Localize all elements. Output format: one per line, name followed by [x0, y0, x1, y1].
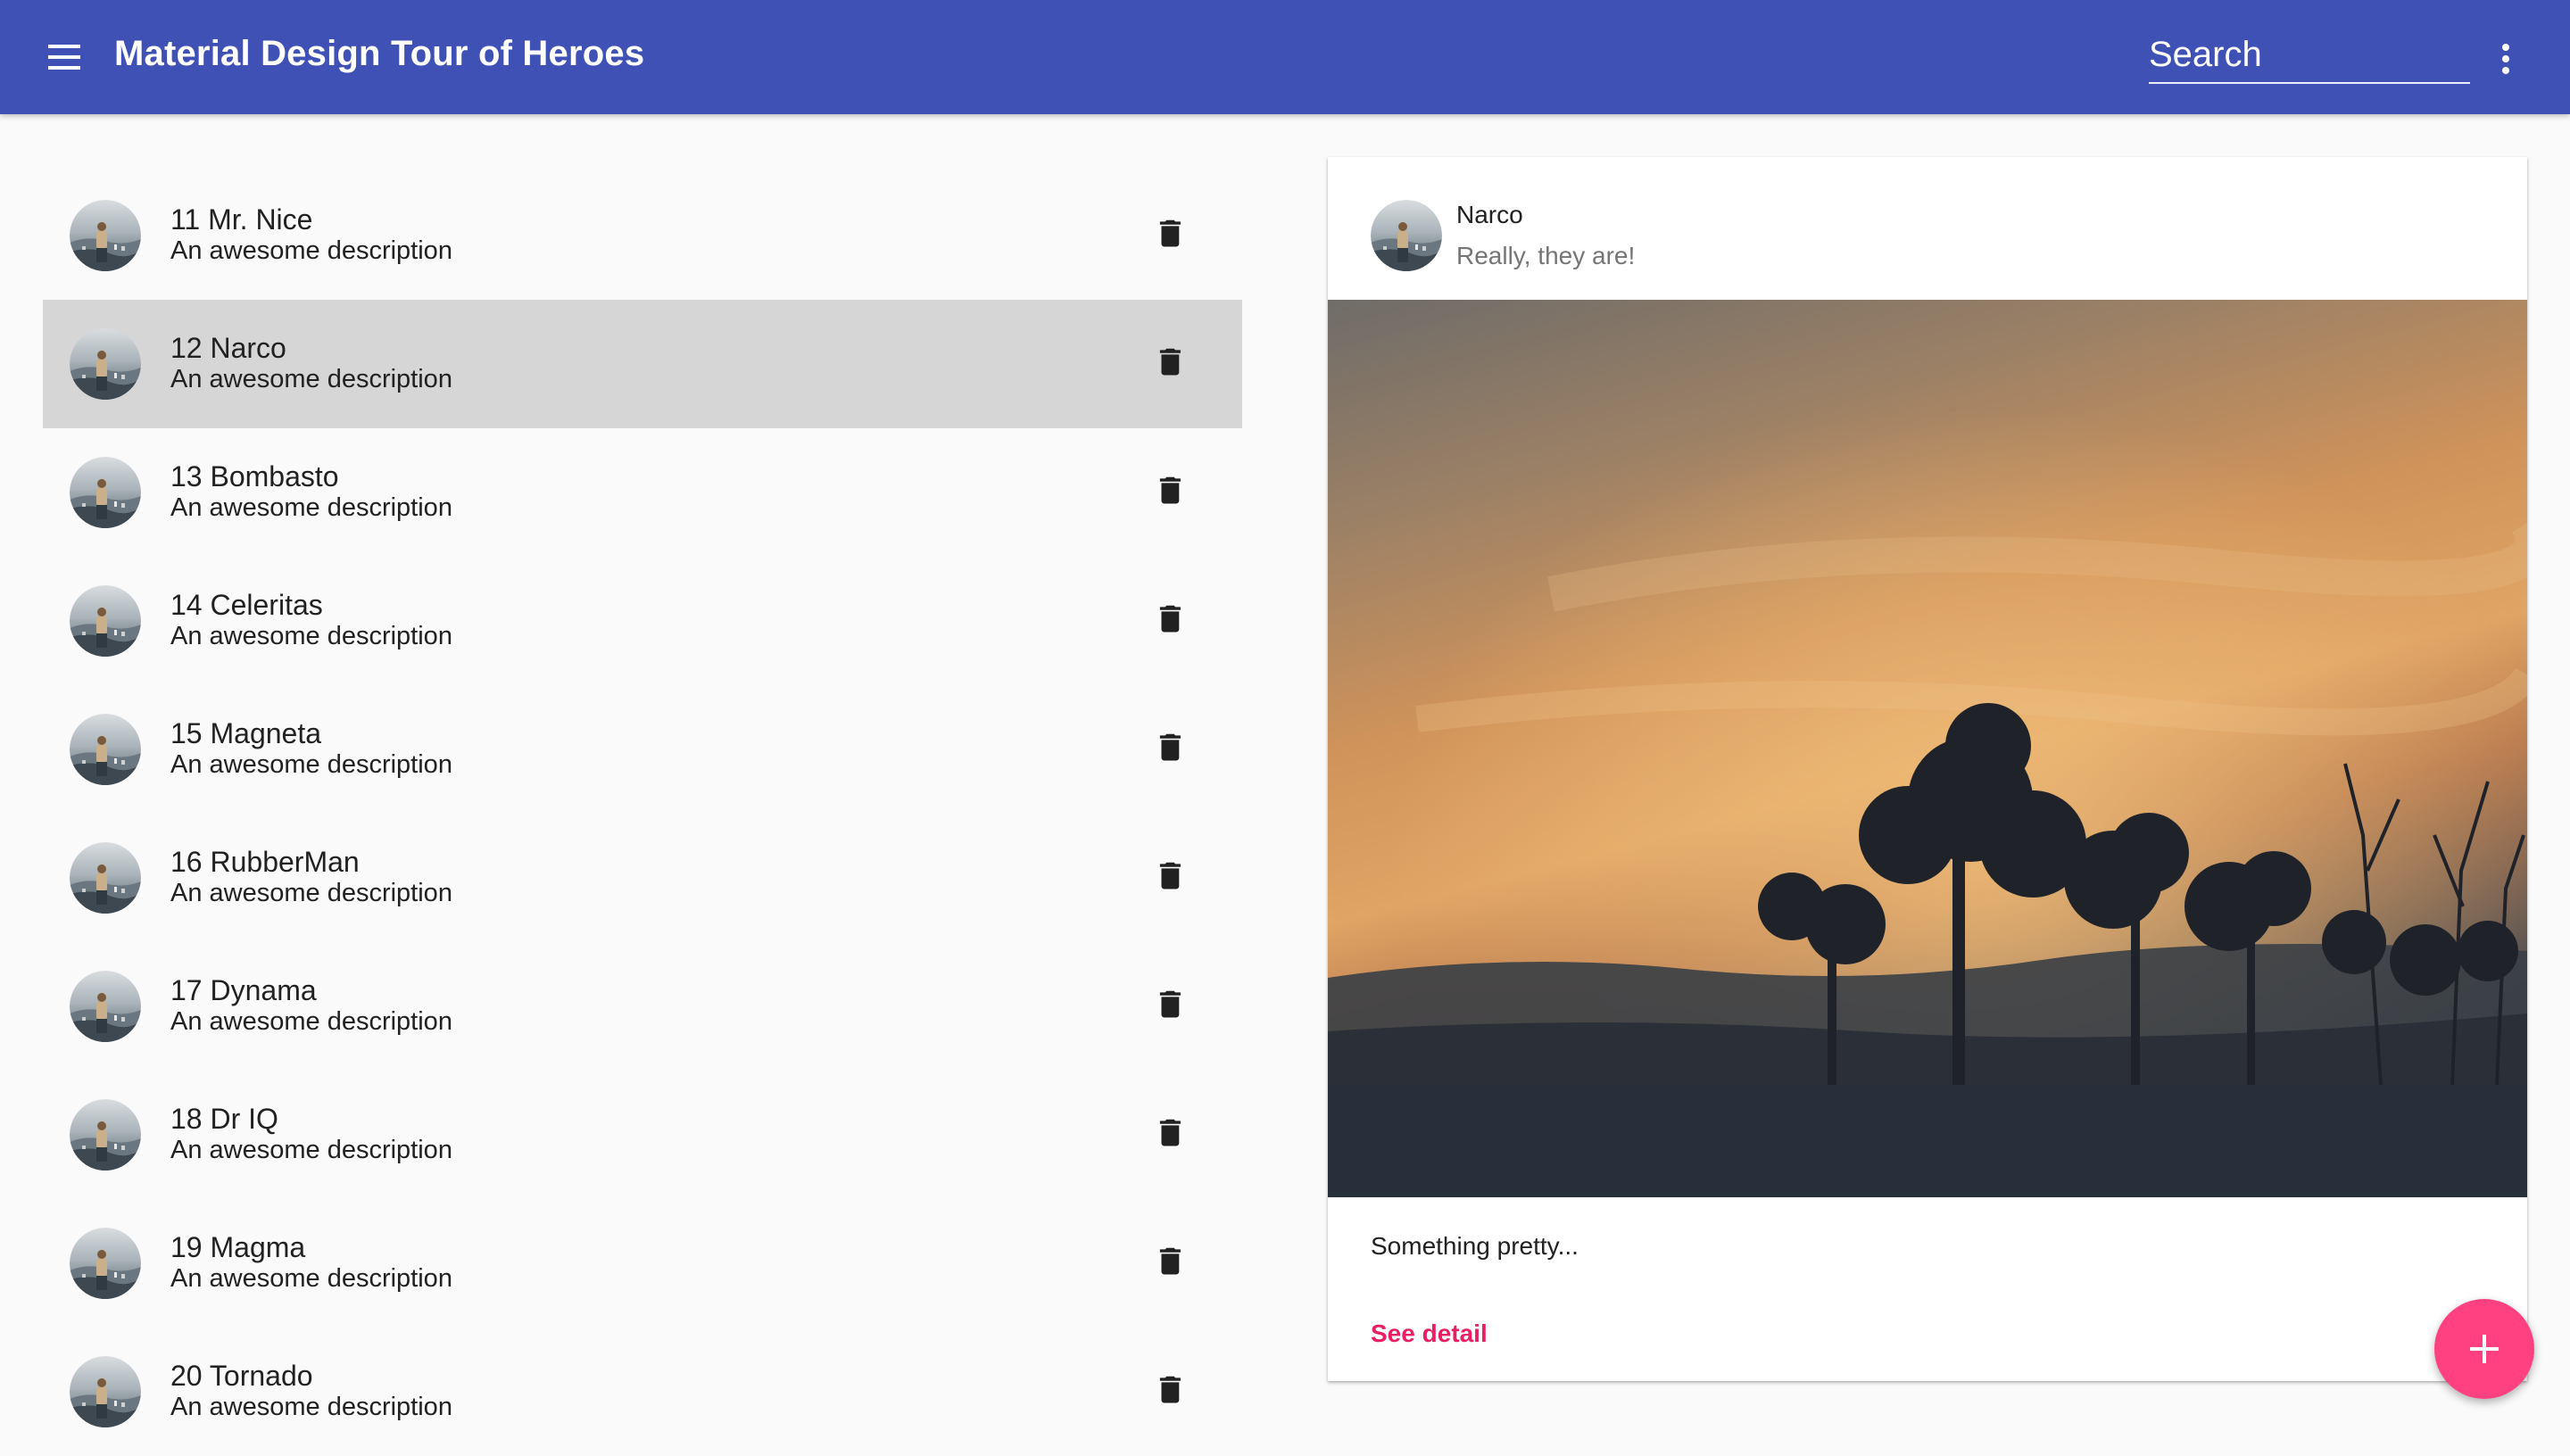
- delete-icon: [1158, 1245, 1194, 1285]
- hero-list-item[interactable]: 16 RubberMan An awesome description: [43, 814, 1242, 942]
- hero-detail-card: Narco Really, they are! Something pretty…: [1328, 157, 2527, 1381]
- card-content-text: Something pretty...: [1371, 1232, 1579, 1260]
- menu-button[interactable]: [45, 39, 84, 75]
- hero-name: 20 Tornado: [170, 1360, 313, 1392]
- hero-list-item[interactable]: 15 Magneta An awesome description: [43, 685, 1242, 814]
- hero-description: An awesome description: [170, 879, 452, 907]
- hero-name: 12 Narco: [170, 332, 286, 364]
- see-detail-button[interactable]: See detail: [1371, 1319, 1488, 1349]
- add-hero-button[interactable]: [2434, 1299, 2534, 1399]
- menu-icon: [48, 45, 80, 70]
- sunset-image: [1328, 300, 2527, 1197]
- hero-list-item[interactable]: 18 Dr IQ An awesome description: [43, 1071, 1242, 1199]
- delete-button[interactable]: [1158, 1374, 1194, 1413]
- hero-avatar: [70, 328, 141, 400]
- hero-avatar: [70, 200, 141, 271]
- card-avatar: [1371, 200, 1442, 271]
- delete-button[interactable]: [1158, 218, 1194, 257]
- hero-description: An awesome description: [170, 236, 452, 265]
- delete-button[interactable]: [1158, 346, 1194, 385]
- delete-button[interactable]: [1158, 1117, 1194, 1156]
- hero-list-item[interactable]: 20 Tornado An awesome description: [43, 1328, 1242, 1456]
- delete-button[interactable]: [1158, 989, 1194, 1028]
- hero-list-item[interactable]: 13 Bombasto An awesome description: [43, 428, 1242, 557]
- hero-list-item[interactable]: 11 Mr. Nice An awesome description: [43, 171, 1242, 300]
- hero-name: 18 Dr IQ: [170, 1103, 278, 1135]
- delete-button[interactable]: [1158, 475, 1194, 514]
- delete-icon: [1158, 603, 1194, 642]
- delete-button[interactable]: [1158, 732, 1194, 771]
- hero-list: 11 Mr. Nice An awesome description 12 Narc…: [43, 171, 1242, 1456]
- delete-button[interactable]: [1158, 603, 1194, 642]
- delete-icon: [1158, 218, 1194, 257]
- delete-icon: [1158, 346, 1194, 385]
- hero-list-item[interactable]: 14 Celeritas An awesome description: [43, 557, 1242, 685]
- hero-avatar: [70, 971, 141, 1042]
- more-options-button[interactable]: [2491, 39, 2520, 79]
- delete-button[interactable]: [1158, 860, 1194, 899]
- hero-avatar: [70, 1356, 141, 1427]
- hero-name: 17 Dynama: [170, 974, 317, 1006]
- hero-name: 15 Magneta: [170, 717, 322, 749]
- hero-description: An awesome description: [170, 1136, 452, 1164]
- hero-description: An awesome description: [170, 1393, 452, 1421]
- add-icon: [2470, 1335, 2499, 1363]
- delete-icon: [1158, 732, 1194, 771]
- hero-name: 14 Celeritas: [170, 589, 323, 621]
- delete-icon: [1158, 860, 1194, 899]
- delete-icon: [1158, 1374, 1194, 1413]
- app-title: Material Design Tour of Heroes: [114, 34, 645, 73]
- hero-name: 11 Mr. Nice: [170, 203, 313, 236]
- hero-name: 16 RubberMan: [170, 846, 360, 878]
- card-image: [1328, 300, 2527, 1197]
- more-vert-icon: [2502, 44, 2509, 74]
- card-title: Narco: [1456, 201, 1523, 228]
- delete-icon: [1158, 989, 1194, 1028]
- delete-icon: [1158, 1117, 1194, 1156]
- app-toolbar: Material Design Tour of Heroes: [0, 0, 2570, 114]
- delete-icon: [1158, 475, 1194, 514]
- hero-list-item[interactable]: 17 Dynama An awesome description: [43, 942, 1242, 1071]
- hero-avatar: [70, 1099, 141, 1171]
- hero-avatar: [70, 1228, 141, 1299]
- card-subtitle: Really, they are!: [1456, 242, 1636, 269]
- hero-description: An awesome description: [170, 493, 452, 522]
- hero-list-item[interactable]: 12 Narco An awesome description: [43, 300, 1242, 428]
- hero-description: An awesome description: [170, 750, 452, 779]
- hero-avatar: [70, 457, 141, 528]
- delete-button[interactable]: [1158, 1245, 1194, 1285]
- hero-description: An awesome description: [170, 1264, 452, 1293]
- hero-avatar: [70, 842, 141, 914]
- hero-avatar: [70, 585, 141, 657]
- search-input[interactable]: [2149, 27, 2470, 84]
- hero-description: An awesome description: [170, 1007, 452, 1036]
- hero-description: An awesome description: [170, 622, 452, 650]
- hero-name: 19 Magma: [170, 1231, 306, 1263]
- hero-description: An awesome description: [170, 365, 452, 393]
- hero-name: 13 Bombasto: [170, 460, 339, 492]
- hero-avatar: [70, 714, 141, 785]
- hero-list-item[interactable]: 19 Magma An awesome description: [43, 1199, 1242, 1328]
